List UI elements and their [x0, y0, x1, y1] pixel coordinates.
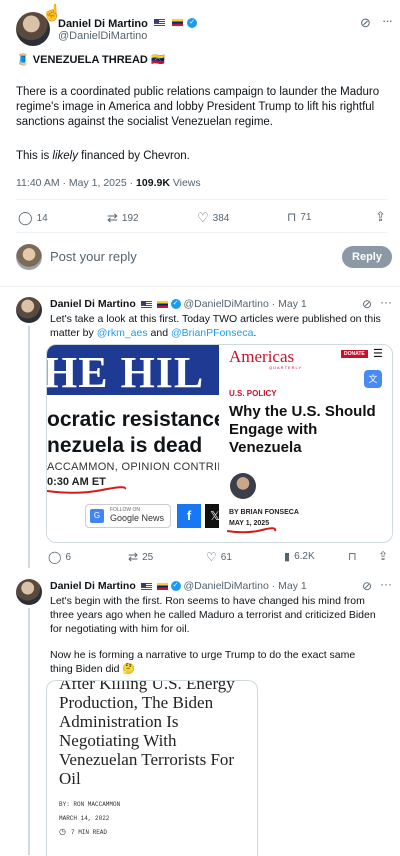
media-image-americas-quarterly[interactable]: Americas QUARTERLY DONATE ☰ 文 U.S. POLIC…	[221, 345, 392, 542]
share-icon: ⇪	[375, 209, 386, 224]
share-button[interactable]: ⇪	[375, 209, 386, 225]
tweet-body: There is a coordinated public relations …	[16, 86, 380, 128]
hill-byline: ACCAMMON, OPINION CONTRIBUTO	[47, 461, 219, 473]
author-handle[interactable]: @DanielDiMartino	[58, 30, 147, 42]
repost-button[interactable]: ⇄ 25	[128, 550, 153, 564]
aq-headline: Why the U.S. Should Engage with Venezuel…	[229, 403, 376, 456]
bookmark-icon: ⊓	[348, 551, 357, 563]
bookmark-button[interactable]: ⊓ 71	[287, 210, 312, 224]
thread-emoji: 🧵	[16, 54, 30, 66]
more-icon[interactable]: ···	[382, 13, 393, 28]
hill-headline: ocratic resistance nezuela is dead	[47, 408, 219, 457]
translate-icon[interactable]: 文	[364, 370, 382, 388]
google-news-button[interactable]: G FOLLOW ON Google News	[85, 504, 171, 528]
donate-button[interactable]: DONATE	[341, 350, 368, 358]
article-read-time: 7 MIN READ	[71, 829, 108, 836]
my-avatar[interactable]	[16, 244, 42, 270]
google-news-icon: G	[90, 509, 104, 523]
thread-line	[28, 326, 30, 568]
repost-icon: ⇄	[128, 550, 139, 564]
divider	[0, 286, 400, 287]
reply-submit-button[interactable]: Reply	[342, 246, 392, 268]
media-image-the-hill[interactable]: HE HIL ocratic resistance nezuela is dea…	[47, 345, 219, 542]
bookmark-icon: ⊓	[287, 210, 297, 224]
divider	[16, 199, 388, 200]
reply-button[interactable]: ◯ 14	[18, 210, 48, 226]
more-icon[interactable]: ···	[380, 577, 392, 591]
tweet-timestamp: 11:40 AM · May 1, 2025 · 109.9K Views	[16, 177, 201, 189]
article-byline: BY: RON MACCAMMON	[59, 801, 121, 808]
cursor-icon: ☝	[42, 5, 62, 22]
reply1-text: Let's take a look at this first. Today T…	[50, 313, 381, 339]
repost-icon: ⇄	[107, 210, 118, 225]
repost-button[interactable]: ⇄ 192	[107, 210, 139, 226]
thread-title: 🧵 VENEZUELA THREAD 🇻🇪	[16, 54, 165, 66]
verified-icon: ✓	[170, 581, 181, 592]
clock-icon: ◷	[59, 827, 66, 836]
red-underline	[47, 486, 127, 494]
more-icon[interactable]: ···	[380, 295, 392, 309]
verified-icon: ✓	[187, 17, 198, 28]
mention-link[interactable]: @BrianPFonseca	[171, 327, 253, 339]
facebook-button[interactable]: f	[177, 504, 201, 528]
views-icon: ▮	[284, 551, 291, 563]
media-card[interactable]: HE HIL ocratic resistance nezuela is dea…	[46, 344, 393, 543]
reply-icon: ◯	[18, 210, 33, 225]
aq-byline: BY BRIAN FONSECA	[229, 509, 299, 516]
share-button[interactable]: ⇪	[378, 549, 388, 563]
like-icon: ♡	[197, 210, 209, 225]
venezuela-flag-icon	[156, 582, 168, 590]
like-button[interactable]: ♡ 61	[206, 550, 232, 564]
aq-section: U.S. POLICY	[229, 389, 277, 398]
us-flag-icon	[140, 300, 152, 308]
article-date: MARCH 14, 2022	[59, 815, 110, 822]
reply2-text-2: Now he is forming a narrative to urge Tr…	[50, 649, 356, 675]
like-icon: ♡	[206, 550, 217, 564]
mention-link[interactable]: @rkm_aes	[97, 327, 148, 339]
venezuela-flag-emoji: 🇻🇪	[150, 54, 165, 66]
reply2-header: Daniel Di Martino ✓ @DanielDiMartino · M…	[50, 580, 307, 592]
grok-icon[interactable]: ⊘	[362, 297, 372, 311]
article-headline: Production, The Biden Administration Is …	[59, 693, 235, 788]
hill-masthead-text: HE HIL	[47, 348, 205, 397]
avatar[interactable]	[16, 297, 42, 323]
reply1-header: Daniel Di Martino ✓ @DanielDiMartino · M…	[50, 298, 307, 310]
like-button[interactable]: ♡ 384	[197, 210, 229, 226]
aq-brand-sub: QUARTERLY	[269, 365, 303, 370]
share-icon: ⇪	[378, 549, 389, 563]
grok-icon[interactable]: ⊘	[362, 579, 372, 593]
venezuela-flag-icon	[171, 19, 183, 27]
reply-icon: ◯	[48, 550, 62, 564]
grok-icon[interactable]: ⊘	[360, 15, 371, 31]
red-underline	[227, 527, 277, 534]
aq-date: MAY 1, 2025	[229, 520, 270, 527]
views-button[interactable]: ▮ 6.2K	[284, 550, 315, 563]
tweet-body-2: This is likely financed by Chevron.	[16, 150, 190, 162]
aq-brand: Americas	[229, 347, 295, 366]
reply-button[interactable]: ◯ 6	[48, 550, 71, 564]
us-flag-icon	[154, 19, 166, 27]
x-share-button[interactable]: 𝕏	[205, 504, 219, 528]
avatar[interactable]	[16, 579, 42, 605]
menu-icon[interactable]: ☰	[373, 347, 383, 360]
divider	[16, 232, 388, 233]
verified-icon: ✓	[170, 299, 181, 310]
reply2-text: Let's begin with the first. Ron seems to…	[50, 595, 376, 635]
article-headline-top: After Killing U.S. Energy	[59, 680, 235, 693]
venezuela-flag-icon	[156, 300, 168, 308]
media-image-article[interactable]: After Killing U.S. Energy Production, Th…	[46, 680, 258, 856]
bookmark-button[interactable]: ⊓	[348, 550, 357, 563]
reply-input[interactable]: Post your reply	[50, 249, 137, 264]
thread-line	[28, 608, 30, 855]
author-name[interactable]: Daniel Di Martino	[58, 18, 148, 30]
author-photo	[230, 473, 256, 499]
us-flag-icon	[140, 582, 152, 590]
